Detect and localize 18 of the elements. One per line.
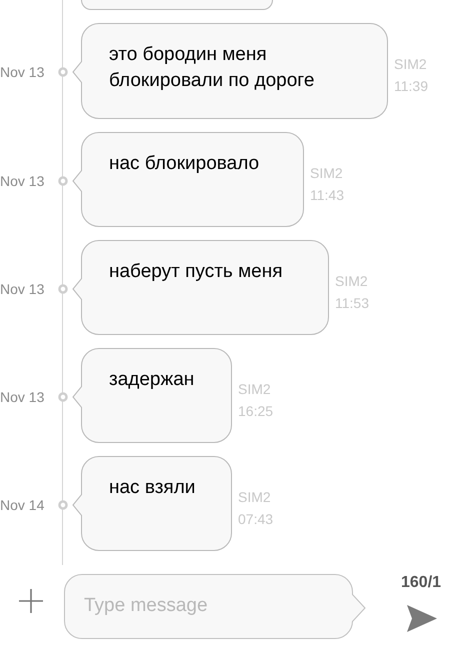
message-text: наберут пусть меня xyxy=(109,260,284,284)
message-text: это бородин меня блокировали по дороге xyxy=(109,43,316,93)
message-date: Nov 13 xyxy=(0,280,44,298)
message-date: Nov 13 xyxy=(0,388,44,406)
message-field[interactable]: Type message xyxy=(64,574,353,639)
send-icon xyxy=(407,605,438,632)
message-text: задержан xyxy=(109,368,196,392)
field-tail-icon xyxy=(352,594,367,622)
character-counter: 160/1 xyxy=(401,573,442,593)
message-text: нас блокировало xyxy=(109,152,260,176)
message-date: Nov 14 xyxy=(0,496,44,514)
message-date: Nov 13 xyxy=(0,172,44,190)
message-text: нас взяли xyxy=(109,476,196,500)
plus-icon xyxy=(18,588,44,614)
message-date: Nov 13 xyxy=(0,63,44,81)
send-button[interactable] xyxy=(407,605,438,632)
message-input[interactable]: Type message xyxy=(65,592,352,621)
add-button[interactable] xyxy=(16,586,46,616)
